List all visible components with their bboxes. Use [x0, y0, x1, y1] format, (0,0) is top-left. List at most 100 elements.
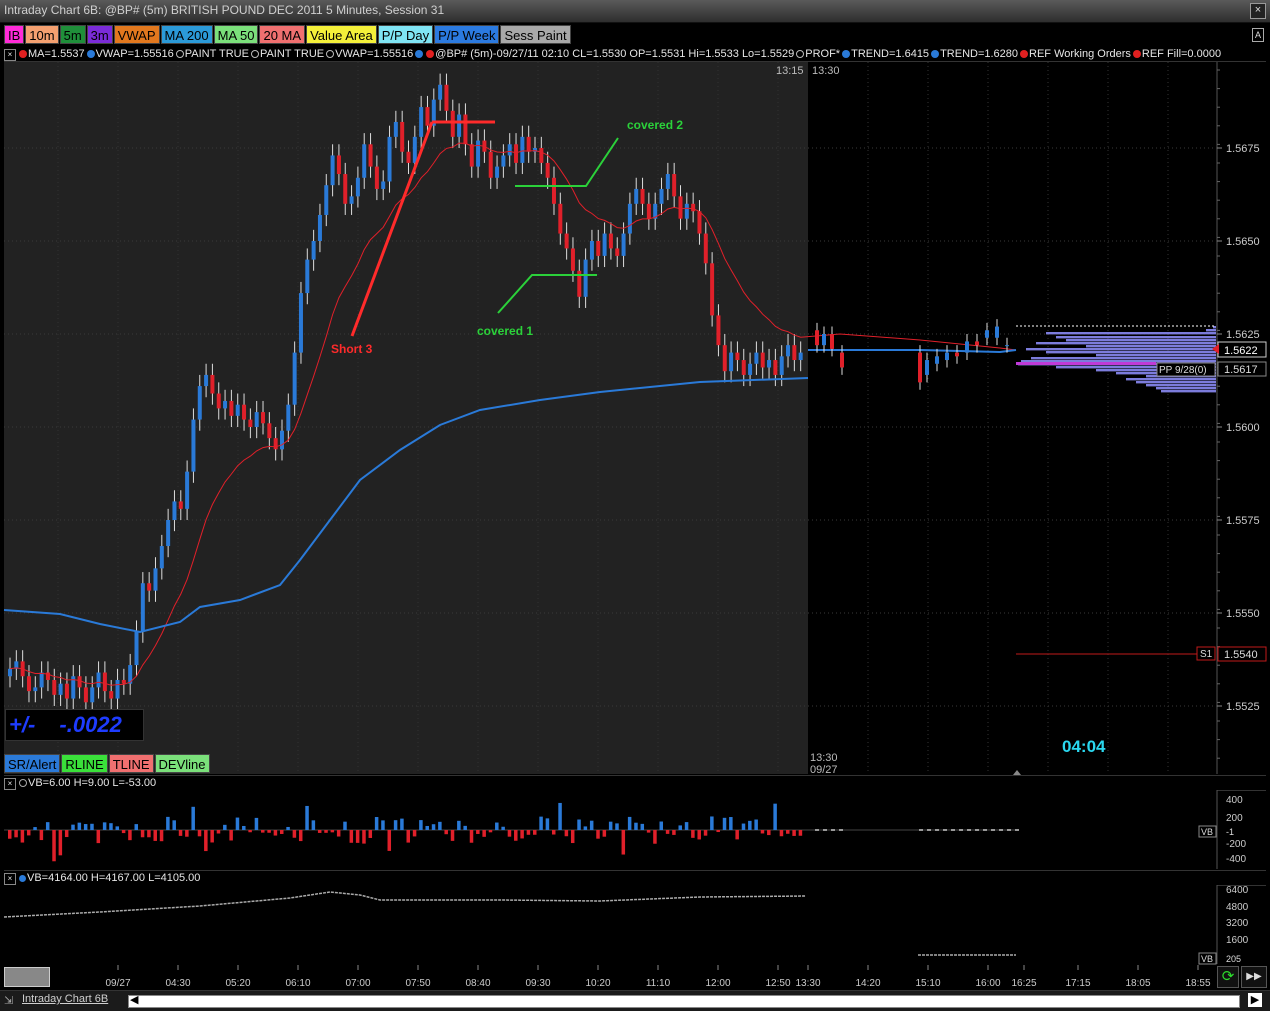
scroll-left-arrow[interactable]: ◀	[130, 993, 138, 1006]
scroll-track[interactable]	[128, 995, 1240, 1008]
volume-bar	[90, 823, 94, 830]
status-item: PAINT TRUE	[250, 48, 324, 60]
refresh-icon[interactable]: ⟳	[1217, 966, 1239, 988]
volume-bar	[14, 830, 18, 838]
volume-bar	[551, 830, 556, 835]
close-icon[interactable]: ×	[4, 49, 16, 61]
volume-bar	[722, 817, 727, 830]
volume-bar	[242, 825, 246, 830]
volume-bar	[577, 819, 581, 830]
volume-profile-bar	[1046, 351, 1216, 354]
candle-body	[815, 330, 819, 346]
candle-body	[526, 136, 531, 152]
candle-body	[621, 233, 626, 256]
volume-bar	[166, 816, 170, 830]
time-label: 08:40	[465, 978, 490, 989]
status-item-text: @BP# (5m)-09/27/11 02:10 CL=1.5530 OP=1.…	[435, 48, 795, 60]
candle-body	[488, 151, 493, 178]
time-scroll-handle[interactable]	[4, 967, 50, 987]
candle-body	[96, 672, 101, 688]
toolbar-button-2[interactable]: 5m	[59, 25, 86, 44]
close-icon[interactable]: ×	[4, 778, 16, 790]
candle-body	[159, 546, 164, 569]
indicator-toolbar: IB 10m 5m 3m VWAP MA 200 MA 50 20 MA Value Area P…	[4, 25, 571, 45]
candle-body	[134, 631, 139, 666]
candle-body	[495, 166, 500, 178]
toolbar-button-3[interactable]: 3m	[86, 25, 113, 44]
current-price: 1.5622	[1224, 345, 1258, 357]
candle-body	[261, 412, 266, 424]
price-chart[interactable]: 13:15 13:3013:3009/271.56751.56501.56251.…	[0, 62, 1270, 779]
toolbar-button-11[interactable]: Sess Paint	[500, 25, 571, 44]
volume-bar	[488, 830, 493, 833]
volume-bar	[305, 805, 309, 830]
volume-bar	[786, 830, 790, 834]
workspace-tab[interactable]: Intraday Chart 6B	[22, 993, 108, 1005]
volume2-status-line: × VB=4164.00 H=4167.00 L=4105.00	[4, 870, 1266, 886]
volume-bar	[602, 830, 607, 837]
volume-chart[interactable]: 400 200 -200 -400 VB -1	[0, 790, 1270, 870]
candle-body	[450, 110, 455, 137]
toolbar-button-0[interactable]: IB	[4, 25, 25, 44]
toolbar-button-6[interactable]: MA 50	[213, 25, 259, 44]
volume-bar	[324, 830, 328, 833]
volume-profile-bar	[1136, 381, 1216, 384]
toolbar-button-9[interactable]: P/P Day	[377, 25, 434, 44]
candle-body	[840, 352, 844, 368]
toolbar-button-5[interactable]: MA 200	[160, 25, 213, 44]
volume-bar	[983, 829, 987, 831]
volume-bar	[533, 830, 537, 835]
candle-body	[786, 345, 791, 357]
status-item: TREND=1.6415	[842, 48, 929, 60]
volume-bar	[634, 822, 638, 830]
candle-body	[77, 676, 82, 688]
cumulative-volume-chart[interactable]: 6400 4800 3200 1600 VB 205	[0, 885, 1270, 965]
volume-bar	[330, 830, 335, 833]
scroll-right-arrow[interactable]: ▶	[1248, 993, 1262, 1007]
toolbar-button-8[interactable]: Value Area	[306, 25, 377, 44]
toolbar-button-7[interactable]: 20 MA	[259, 25, 306, 44]
candle-body	[589, 241, 594, 260]
fast-forward-icon[interactable]: ▶▶	[1241, 966, 1267, 988]
time-label: 18:55	[1185, 978, 1210, 989]
volume-bar	[406, 830, 410, 843]
candle-body	[570, 248, 575, 271]
candle-body	[52, 679, 57, 695]
status-item-text: PAINT TRUE	[184, 48, 249, 60]
candle-body	[393, 121, 398, 137]
drawing-tool-1[interactable]: RLINE	[61, 754, 108, 773]
font-size-icon[interactable]: A	[1252, 28, 1264, 42]
session-label: 13:15	[776, 65, 804, 77]
candle-body	[406, 151, 411, 163]
toolbar-button-4[interactable]: VWAP	[113, 25, 160, 44]
volume-bar	[1007, 829, 1011, 831]
volume-bar	[967, 829, 971, 831]
candle-body	[387, 136, 392, 182]
candle-body	[925, 360, 929, 375]
volume-bar	[431, 824, 436, 830]
volume-bar	[26, 830, 31, 836]
volume-bar	[1015, 829, 1019, 831]
chart-scrollbar[interactable]: ⇲ Intraday Chart 6B ◀ ▶	[0, 990, 1270, 1011]
volume-bar	[248, 830, 252, 833]
volume2-axis-label: 6400	[1226, 885, 1249, 896]
candle-body	[305, 259, 310, 294]
volume-bar	[999, 829, 1003, 831]
volume-bar	[298, 830, 303, 842]
status-dot-icon	[250, 50, 259, 58]
close-icon[interactable]: ×	[1250, 3, 1266, 19]
volume-bar	[646, 830, 651, 833]
toolbar-button-1[interactable]: 10m	[25, 25, 59, 44]
drawing-tool-2[interactable]: TLINE	[108, 754, 154, 773]
candle-body	[235, 404, 240, 416]
close-icon[interactable]: ×	[4, 873, 16, 885]
volume-bar	[991, 829, 995, 831]
volume-bar	[267, 830, 271, 833]
time-label: 11:10	[646, 978, 671, 989]
drawing-tool-3[interactable]: DEVline	[154, 754, 210, 773]
drawing-tool-0[interactable]: SR/Alert	[4, 754, 61, 773]
candle-body	[514, 144, 519, 163]
candle-body	[419, 107, 424, 137]
toolbar-button-10[interactable]: P/P Week	[434, 25, 500, 44]
candle-body	[298, 293, 303, 353]
